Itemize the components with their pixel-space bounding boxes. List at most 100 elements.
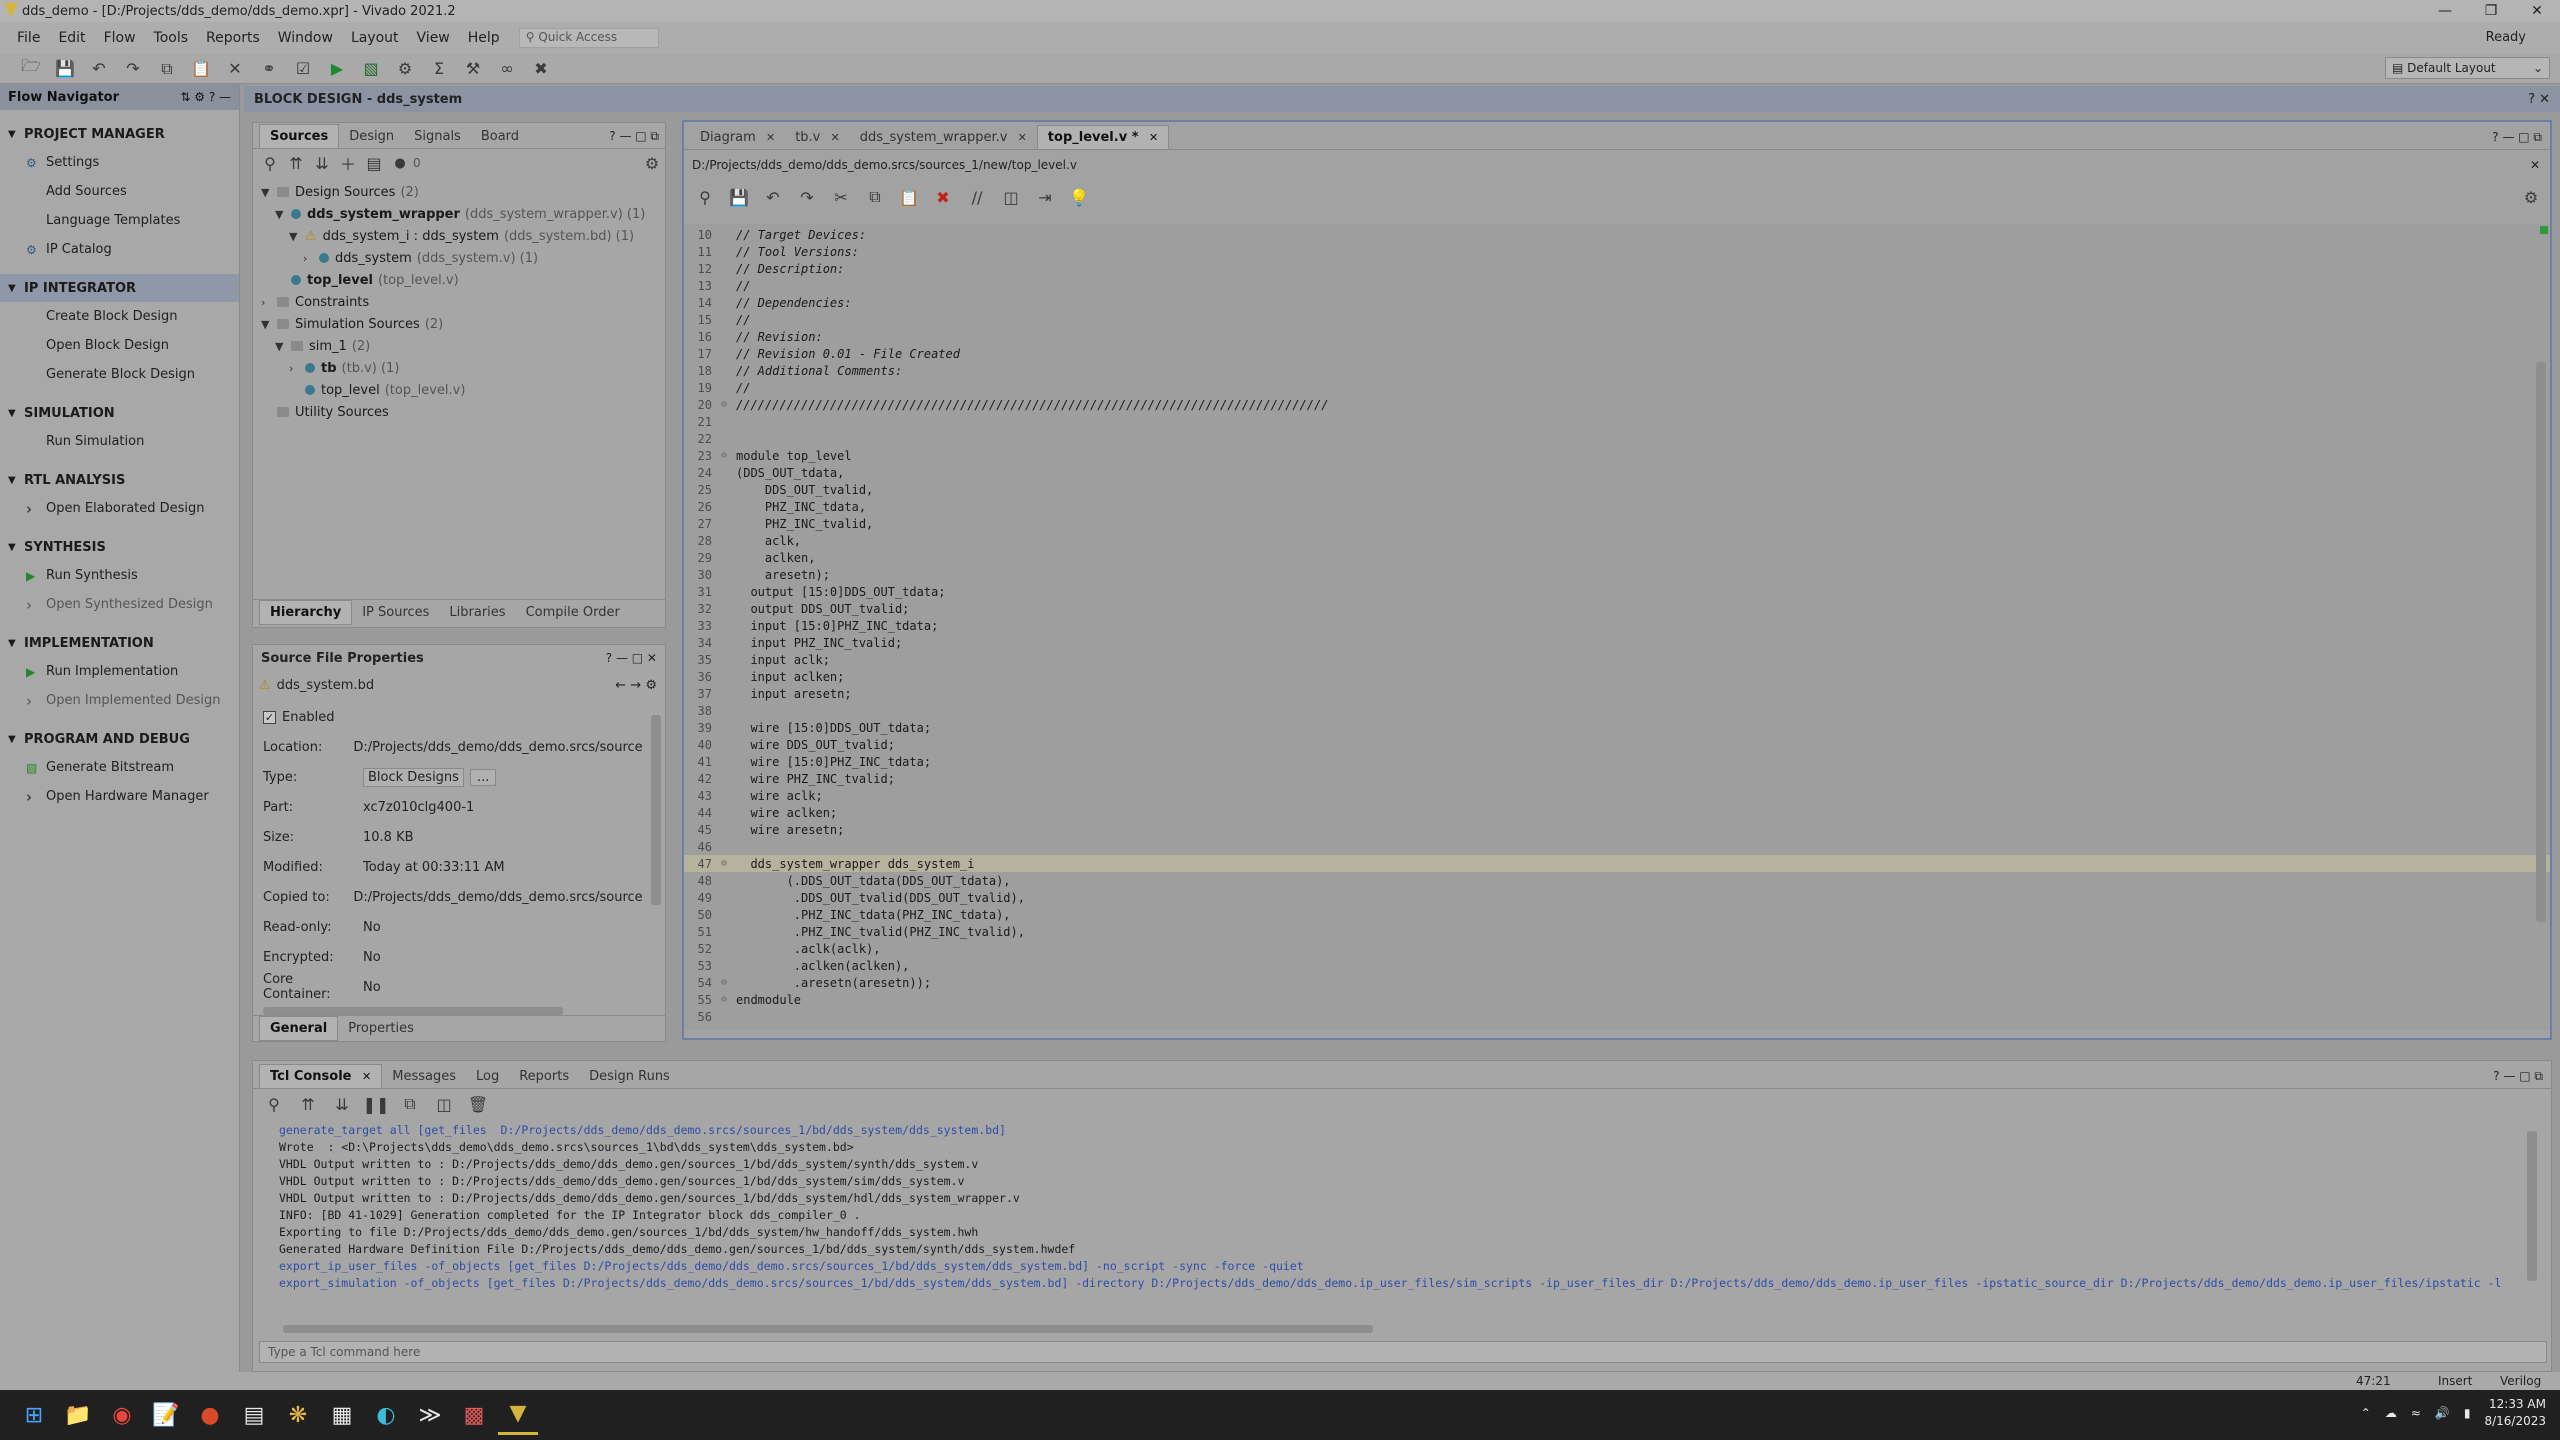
close-icon[interactable]: ✕ bbox=[831, 131, 840, 144]
paste-icon[interactable]: 📋 bbox=[892, 184, 926, 210]
search-icon[interactable]: ⚲ bbox=[257, 1091, 291, 1117]
code-line[interactable]: 36 input aclken; bbox=[684, 668, 2550, 685]
nav-item-open-elaborated-design[interactable]: › Open Elaborated Design bbox=[0, 494, 239, 523]
menu-edit[interactable]: Edit bbox=[49, 30, 94, 46]
tree-node[interactable]: ▼ sim_1 (2) bbox=[275, 335, 370, 357]
panel-window-controls[interactable]: ? — □ ✕ bbox=[606, 651, 657, 665]
tab-design[interactable]: Design bbox=[339, 125, 404, 148]
undo-icon[interactable]: ↶ bbox=[82, 56, 116, 82]
code-line[interactable]: 31 output [15:0]DDS_OUT_tdata; bbox=[684, 583, 2550, 600]
tab-tb-v[interactable]: tb.v ✕ bbox=[785, 126, 850, 149]
nav-item-run-simulation[interactable]: Run Simulation bbox=[0, 427, 239, 456]
redo-icon[interactable]: ↷ bbox=[790, 184, 824, 210]
code-line[interactable]: 17 // Revision 0.01 - File Created bbox=[684, 345, 2550, 362]
add-icon[interactable]: ＋ bbox=[335, 150, 361, 176]
nav-section-rtl-analysis[interactable]: ▼ RTL ANALYSIS bbox=[0, 466, 239, 494]
collapse-all-icon[interactable]: ⇈ bbox=[291, 1091, 325, 1117]
minimize-button[interactable]: — bbox=[2422, 0, 2468, 22]
code-line[interactable]: 54 ⊖ .aresetn(aresetn)); bbox=[684, 974, 2550, 991]
code-line[interactable]: 33 input [15:0]PHZ_INC_tdata; bbox=[684, 617, 2550, 634]
code-line[interactable]: 50 .PHZ_INC_tdata(PHZ_INC_tdata), bbox=[684, 906, 2550, 923]
edge-icon[interactable]: ◐ bbox=[366, 1395, 406, 1435]
nav-item-settings[interactable]: ⚙ Settings bbox=[0, 148, 239, 177]
settings-icon[interactable]: ⚙ bbox=[388, 56, 422, 82]
menu-layout[interactable]: Layout bbox=[342, 30, 408, 46]
nav-item-add-sources[interactable]: Add Sources bbox=[0, 177, 239, 206]
tab-messages[interactable]: Messages bbox=[382, 1065, 466, 1088]
nav-item-open-synthesized-design[interactable]: › Open Synthesized Design bbox=[0, 590, 239, 619]
console-v-scrollbar[interactable] bbox=[2527, 1131, 2537, 1281]
nav-section-ip-integrator[interactable]: ▼ IP INTEGRATOR bbox=[0, 274, 239, 302]
chevron-icon[interactable]: ▼ bbox=[289, 230, 305, 243]
tab-signals[interactable]: Signals bbox=[404, 125, 471, 148]
chevron-up-icon[interactable]: ⌃ bbox=[2361, 1406, 2371, 1420]
sigma-icon[interactable]: Σ bbox=[422, 56, 456, 82]
menu-flow[interactable]: Flow bbox=[95, 30, 145, 46]
windows-start-icon[interactable]: ⊞ bbox=[14, 1395, 54, 1435]
nav-section-project-manager[interactable]: ▼ PROJECT MANAGER bbox=[0, 120, 239, 148]
close-x-icon[interactable]: ✖ bbox=[524, 56, 558, 82]
code-line[interactable]: 23 ⊖ module top_level bbox=[684, 447, 2550, 464]
comment-icon[interactable]: // bbox=[960, 184, 994, 210]
nav-item-open-hardware-manager[interactable]: › Open Hardware Manager bbox=[0, 782, 239, 811]
enabled-checkbox[interactable]: ✓ bbox=[263, 710, 276, 724]
fold-icon[interactable]: ⊖ bbox=[716, 994, 732, 1005]
tab-log[interactable]: Log bbox=[466, 1065, 509, 1088]
file-explorer-icon[interactable]: 📁 bbox=[58, 1395, 98, 1435]
tree-node[interactable]: ▼ ⚠ dds_system_i : dds_system (dds_system.b… bbox=[289, 225, 634, 247]
tool-icon[interactable]: ⚒ bbox=[456, 56, 490, 82]
cmd-icon[interactable]: ≫ bbox=[410, 1395, 450, 1435]
menu-tools[interactable]: Tools bbox=[145, 30, 198, 46]
nav-item-ip-catalog[interactable]: ⚙ IP Catalog bbox=[0, 235, 239, 264]
tab-hierarchy[interactable]: Hierarchy bbox=[259, 600, 353, 625]
code-line[interactable]: 10 // Target Devices: bbox=[684, 226, 2550, 243]
trash-icon[interactable]: 🗑 bbox=[461, 1091, 495, 1117]
delete-icon[interactable]: ✖ bbox=[926, 184, 960, 210]
nav-section-implementation[interactable]: ▼ IMPLEMENTATION bbox=[0, 629, 239, 657]
expand-all-icon[interactable]: ⇊ bbox=[325, 1091, 359, 1117]
tab-ip-sources[interactable]: IP Sources bbox=[352, 601, 439, 624]
copy-icon[interactable]: ⧉ bbox=[150, 56, 184, 82]
nav-section-synthesis[interactable]: ▼ SYNTHESIS bbox=[0, 533, 239, 561]
code-line[interactable]: 45 wire aresetn; bbox=[684, 821, 2550, 838]
acrobat-icon[interactable]: ● bbox=[190, 1395, 230, 1435]
nav-item-open-implemented-design[interactable]: › Open Implemented Design bbox=[0, 686, 239, 715]
close-icon[interactable]: ✕ bbox=[362, 1070, 371, 1083]
tree-node[interactable]: ▼ Simulation Sources (2) bbox=[261, 313, 443, 335]
tab-diagram[interactable]: Diagram ✕ bbox=[690, 126, 785, 149]
clock[interactable]: 12:33 AM 8/16/2023 bbox=[2484, 1396, 2546, 1430]
tab-compile-order[interactable]: Compile Order bbox=[516, 601, 630, 624]
tab-sources[interactable]: Sources bbox=[259, 124, 340, 148]
code-line[interactable]: 46 bbox=[684, 838, 2550, 855]
code-line[interactable]: 24 (DDS_OUT_tdata, bbox=[684, 464, 2550, 481]
validate-icon[interactable]: ☑ bbox=[286, 56, 320, 82]
nav-item-generate-block-design[interactable]: Generate Block Design bbox=[0, 360, 239, 389]
code-line[interactable]: 29 aclken, bbox=[684, 549, 2550, 566]
chevron-icon[interactable]: ▼ bbox=[275, 208, 291, 221]
code-line[interactable]: 38 bbox=[684, 702, 2550, 719]
pause-icon[interactable]: ❚❚ bbox=[359, 1091, 393, 1117]
tab-properties[interactable]: Properties bbox=[338, 1017, 424, 1040]
code-line[interactable]: 11 // Tool Versions: bbox=[684, 243, 2550, 260]
cut-icon[interactable]: ✂ bbox=[824, 184, 858, 210]
menu-reports[interactable]: Reports bbox=[197, 30, 269, 46]
chevron-icon[interactable]: › bbox=[303, 252, 319, 265]
code-line[interactable]: 21 bbox=[684, 413, 2550, 430]
code-line[interactable]: 40 wire DDS_OUT_tvalid; bbox=[684, 736, 2550, 753]
chevron-icon[interactable]: › bbox=[261, 296, 277, 309]
panel-window-controls[interactable]: ? — □ ⧉ bbox=[2493, 1069, 2543, 1088]
restore-button[interactable]: ❐ bbox=[2468, 0, 2514, 22]
code-line[interactable]: 56 bbox=[684, 1008, 2550, 1025]
volume-icon[interactable]: 🔊 bbox=[2435, 1406, 2450, 1420]
menu-window[interactable]: Window bbox=[269, 30, 342, 46]
table-icon[interactable]: ◫ bbox=[427, 1091, 461, 1117]
tab-general[interactable]: General bbox=[259, 1016, 339, 1041]
paste-icon[interactable]: 📋 bbox=[184, 56, 218, 82]
open-project-icon[interactable]: 🗁 bbox=[14, 56, 48, 82]
search-icon[interactable]: ⚲ bbox=[688, 184, 722, 210]
app-icon[interactable]: ▩ bbox=[454, 1395, 494, 1435]
copy-icon[interactable]: ⧉ bbox=[858, 184, 892, 210]
code-line[interactable]: 13 // bbox=[684, 277, 2550, 294]
redo-icon[interactable]: ↷ bbox=[116, 56, 150, 82]
vivado-taskbar-icon[interactable]: ▼ bbox=[498, 1395, 538, 1435]
